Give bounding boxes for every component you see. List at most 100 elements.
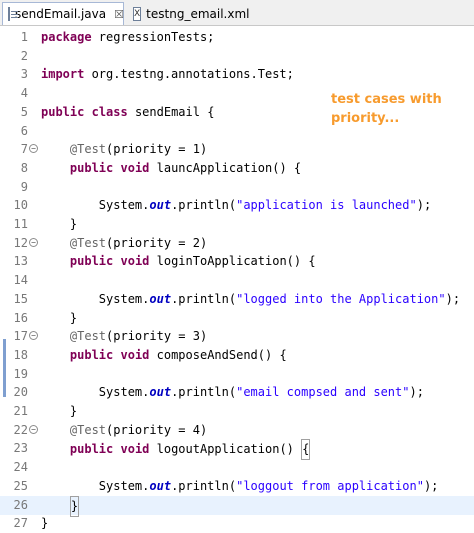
line-number: 15 — [13, 291, 28, 306]
code-token: public — [69, 442, 114, 457]
fold-toggle-icon[interactable]: − — [29, 331, 38, 341]
code-line[interactable]: 22− @Test(priority = 4) — [0, 421, 474, 440]
code-token: loginToApplication() { — [149, 254, 316, 269]
code-line[interactable]: 7− @Test(priority = 1) — [0, 140, 474, 159]
line-number: 1 — [20, 30, 28, 44]
code-line[interactable]: 26 } — [0, 495, 474, 517]
code-line[interactable]: 18 public void composeAndSend() { — [0, 346, 474, 365]
code-text: System.out.println("email compsed and se… — [41, 383, 424, 402]
code-line[interactable]: 11 } — [0, 215, 474, 234]
line-number: 20 — [13, 385, 28, 400]
code-line[interactable]: 20 System.out.println("email compsed and… — [0, 383, 474, 402]
code-line[interactable]: 27} — [0, 514, 474, 533]
code-text: } — [41, 514, 48, 533]
code-token: System. — [41, 198, 150, 213]
code-token: composeAndSend() { — [149, 347, 287, 362]
code-line[interactable]: 15 System.out.println("logged into the A… — [0, 290, 474, 309]
line-number: 14 — [13, 273, 28, 288]
code-token: ); — [445, 291, 461, 306]
code-line[interactable]: 23 public void logoutApplication() { — [0, 439, 474, 461]
code-token: ); — [409, 385, 424, 400]
code-token: .println( — [171, 291, 237, 306]
java-file-icon — [8, 7, 18, 21]
code-text: @Test(priority = 3) — [41, 327, 207, 346]
line-number: 18 — [13, 347, 28, 362]
code-token: "loggout from application" — [236, 478, 424, 493]
xml-file-icon: X — [133, 6, 142, 21]
code-line[interactable]: 14 — [0, 271, 474, 290]
code-token: System. — [41, 291, 150, 306]
editor-tab-bar: sendEmail.java ☒ X testng_email.xml — [0, 0, 474, 26]
code-token: void — [120, 254, 150, 269]
code-line[interactable]: 8 public void launcApplication() { — [0, 159, 474, 178]
code-token: out — [149, 478, 172, 493]
code-text: package regressionTests; — [41, 28, 214, 47]
code-line[interactable]: 10 System.out.println("application is la… — [0, 196, 474, 215]
fold-toggle-icon[interactable]: − — [29, 144, 38, 154]
code-token: class — [91, 104, 128, 119]
tab-sendemail-java[interactable]: sendEmail.java ☒ — [2, 2, 124, 25]
code-token: "email compsed and sent" — [236, 385, 410, 400]
line-number: 6 — [20, 123, 28, 138]
tab-label: testng_email.xml — [146, 6, 250, 21]
code-line[interactable]: 25 System.out.println("loggout from appl… — [0, 477, 474, 496]
fold-toggle-icon[interactable]: − — [29, 424, 38, 434]
line-number: 8 — [20, 160, 28, 175]
close-tab-icon[interactable]: ☒ — [114, 8, 124, 21]
line-number: 4 — [20, 86, 28, 101]
code-token: launcApplication() { — [149, 160, 302, 175]
code-text: import org.testng.annotations.Test; — [41, 65, 294, 84]
line-number: 17 — [13, 329, 28, 344]
code-line[interactable]: 16 } — [0, 309, 474, 328]
tab-testng-email-xml[interactable]: X testng_email.xml — [128, 2, 250, 25]
code-line[interactable]: 17− @Test(priority = 3) — [0, 327, 474, 346]
line-number: 23 — [13, 441, 28, 456]
code-token: ); — [416, 198, 432, 213]
line-number: 13 — [13, 254, 28, 269]
code-line[interactable]: 9 — [0, 178, 474, 197]
annotation-note: test cases with priority... — [331, 92, 442, 126]
code-line[interactable]: 13 public void loginToApplication() { — [0, 252, 474, 271]
code-line[interactable]: 3 import org.testng.annotations.Test; — [0, 65, 474, 84]
code-token: regressionTests; — [91, 30, 215, 44]
code-line[interactable]: 19 — [0, 365, 474, 384]
code-token: (priority = 1) — [106, 142, 208, 157]
code-token: public — [69, 160, 114, 175]
code-text: System.out.println("loggout from applica… — [41, 477, 439, 496]
code-token: ); — [423, 478, 439, 493]
code-text: System.out.println("logged into the Appl… — [41, 290, 460, 309]
code-token: .println( — [171, 198, 237, 213]
code-token: System. — [41, 385, 150, 400]
code-line[interactable]: 12− @Test(priority = 2) — [0, 234, 474, 253]
code-text: @Test(priority = 2) — [41, 234, 207, 253]
line-number: 5 — [20, 104, 28, 119]
code-line[interactable]: 2 — [0, 47, 474, 66]
code-line[interactable]: 24 — [0, 458, 474, 477]
code-token: logoutApplication() — [149, 442, 302, 457]
fold-toggle-icon[interactable]: − — [29, 237, 38, 247]
tab-label: sendEmail.java — [15, 7, 107, 21]
code-text: @Test(priority = 4) — [41, 421, 207, 440]
code-token: org.testng.annotations.Test; — [84, 67, 294, 82]
code-line[interactable]: 21 } — [0, 402, 474, 421]
line-number: 12 — [13, 235, 28, 250]
code-text: public void launcApplication() { — [41, 159, 301, 178]
line-number: 3 — [20, 67, 28, 82]
code-token: sendEmail { — [127, 104, 215, 119]
line-number: 2 — [20, 48, 28, 63]
code-token: } — [41, 310, 78, 325]
code-token: out — [149, 198, 172, 213]
line-number: 25 — [13, 478, 28, 493]
line-number: 9 — [20, 179, 28, 194]
code-line[interactable]: 1 package regressionTests; — [0, 28, 474, 47]
code-token: (priority = 3) — [106, 329, 208, 344]
